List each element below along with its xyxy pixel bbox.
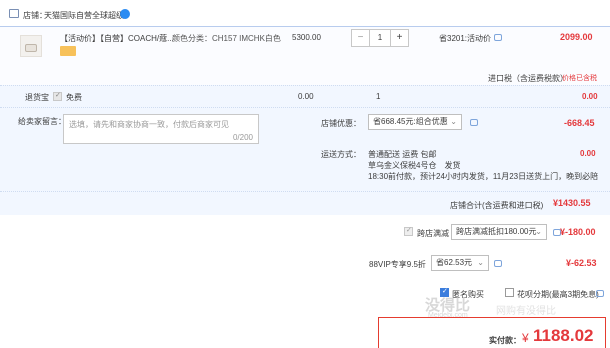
cross-store-label: 跨店满减 bbox=[417, 229, 449, 238]
vip-value: ¥-62.53 bbox=[566, 258, 597, 268]
seller-message-label: 给卖家留言： bbox=[18, 117, 66, 126]
shop-verified-badge-icon bbox=[120, 9, 130, 19]
shop-icon bbox=[9, 9, 19, 18]
actual-payment-currency: ¥ bbox=[522, 331, 529, 345]
delivery-fee: 0.00 bbox=[580, 149, 596, 158]
shop-name-link[interactable]: 天猫国际自营全球超级 bbox=[44, 10, 124, 21]
quantity-input[interactable]: 1 bbox=[370, 30, 390, 46]
installment-info-icon[interactable] bbox=[596, 290, 604, 297]
installment-label: 花呗分期(最高3期免息) bbox=[517, 290, 599, 299]
delivery-warehouse: 草乌金义保税4号仓 发货 bbox=[368, 161, 461, 170]
vip-info-icon[interactable] bbox=[494, 260, 502, 267]
return-service-total: 0.00 bbox=[582, 92, 598, 101]
return-service-option: 免费 bbox=[66, 93, 82, 102]
actual-payment-box: 实付款： ¥ 1188.02 bbox=[378, 317, 606, 348]
chevron-down-icon: ⌄ bbox=[477, 258, 484, 267]
discount-info-icon[interactable] bbox=[494, 34, 502, 41]
vip-selected: 省62.53元 bbox=[436, 258, 473, 267]
checkout-order-panel: 店铺： 天猫国际自营全球超级 【活动价】【自营】COACH/蔻... 颜色分类：… bbox=[0, 0, 610, 348]
cross-store-value: ¥-180.00 bbox=[560, 227, 596, 237]
seller-message-placeholder: 选填，请先和商家协商一致，付款后商家可见 bbox=[69, 120, 229, 129]
product-sku: 颜色分类：CH157 IMCHK白色 bbox=[172, 34, 281, 43]
shop-discount-value: -668.45 bbox=[564, 118, 595, 128]
product-title-link[interactable]: 【活动价】【自营】COACH/蔻... bbox=[60, 33, 174, 44]
return-service-price: 0.00 bbox=[298, 92, 314, 101]
shop-discount-info-icon[interactable] bbox=[470, 119, 478, 126]
seller-message-textarea[interactable]: 选填，请先和商家协商一致，付款后商家可见 0/200 bbox=[63, 114, 259, 144]
unit-price: 5300.00 bbox=[292, 33, 321, 42]
credit-card-icon bbox=[60, 46, 76, 56]
item-subtotal: 2099.00 bbox=[560, 32, 593, 42]
cross-store-select[interactable]: 跨店满减抵扣180.00元 ⌄ bbox=[451, 224, 547, 240]
delivery-label: 运送方式： bbox=[321, 150, 361, 159]
handbag-icon bbox=[25, 44, 37, 52]
seller-message-counter: 0/200 bbox=[232, 133, 253, 142]
installment-checkbox[interactable] bbox=[505, 288, 514, 297]
shop-total-label: 店铺合计(含运费和进口税) bbox=[450, 201, 544, 210]
shop-header: 店铺： 天猫国际自营全球超级 bbox=[0, 0, 610, 26]
quantity-decrease-button[interactable]: − bbox=[352, 30, 370, 46]
import-tax-label: 进口税（含运费税款） bbox=[488, 74, 568, 83]
delivery-method: 普通配送 运费 包邮 bbox=[368, 150, 437, 159]
order-options: 给卖家留言： 选填，请先和商家协商一致，付款后商家可见 0/200 店铺优惠： … bbox=[0, 107, 610, 191]
vip-select[interactable]: 省62.53元 ⌄ bbox=[431, 255, 489, 271]
actual-payment-amount: 1188.02 bbox=[533, 326, 594, 345]
import-tax-value: 价格已含税 bbox=[562, 75, 597, 82]
item-discount-text: 省3201:活动价 bbox=[439, 34, 492, 43]
shop-discount-label: 店铺优惠： bbox=[321, 119, 361, 128]
product-thumbnail[interactable] bbox=[20, 35, 42, 57]
order-item: 【活动价】【自营】COACH/蔻... 颜色分类：CH157 IMCHK白色 5… bbox=[0, 26, 610, 85]
shop-discount-selected: 省668.45元:组合优惠 bbox=[373, 117, 448, 126]
watermark-slogan: 网购有没得比 bbox=[496, 306, 556, 317]
chevron-down-icon: ⌄ bbox=[535, 227, 542, 236]
quantity-stepper: − 1 + bbox=[351, 29, 409, 47]
chevron-down-icon: ⌄ bbox=[450, 117, 457, 126]
return-service-row: 退货宝 ✓ 免费 0.00 1 0.00 bbox=[0, 85, 610, 107]
cross-store-selected: 跨店满减抵扣180.00元 bbox=[456, 227, 537, 236]
vip-label: 88VIP专享9.5折 bbox=[369, 260, 426, 269]
cross-store-checkbox[interactable]: ✓ bbox=[404, 227, 413, 236]
return-service-label: 退货宝 bbox=[25, 93, 49, 102]
shop-total-value: ¥1430.55 bbox=[553, 198, 591, 208]
return-service-checkbox[interactable]: ✓ bbox=[53, 92, 62, 101]
shop-total-row: 店铺合计(含运费和进口税) ¥1430.55 bbox=[0, 191, 610, 215]
delivery-estimate: 18:30前付款，预计24小时内发货，11月23日送货上门，晚到必陪 bbox=[368, 172, 599, 181]
shop-discount-select[interactable]: 省668.45元:组合优惠 ⌄ bbox=[368, 114, 462, 130]
actual-payment-label: 实付款： bbox=[489, 336, 521, 345]
return-service-qty: 1 bbox=[376, 92, 381, 101]
quantity-increase-button[interactable]: + bbox=[390, 30, 408, 46]
